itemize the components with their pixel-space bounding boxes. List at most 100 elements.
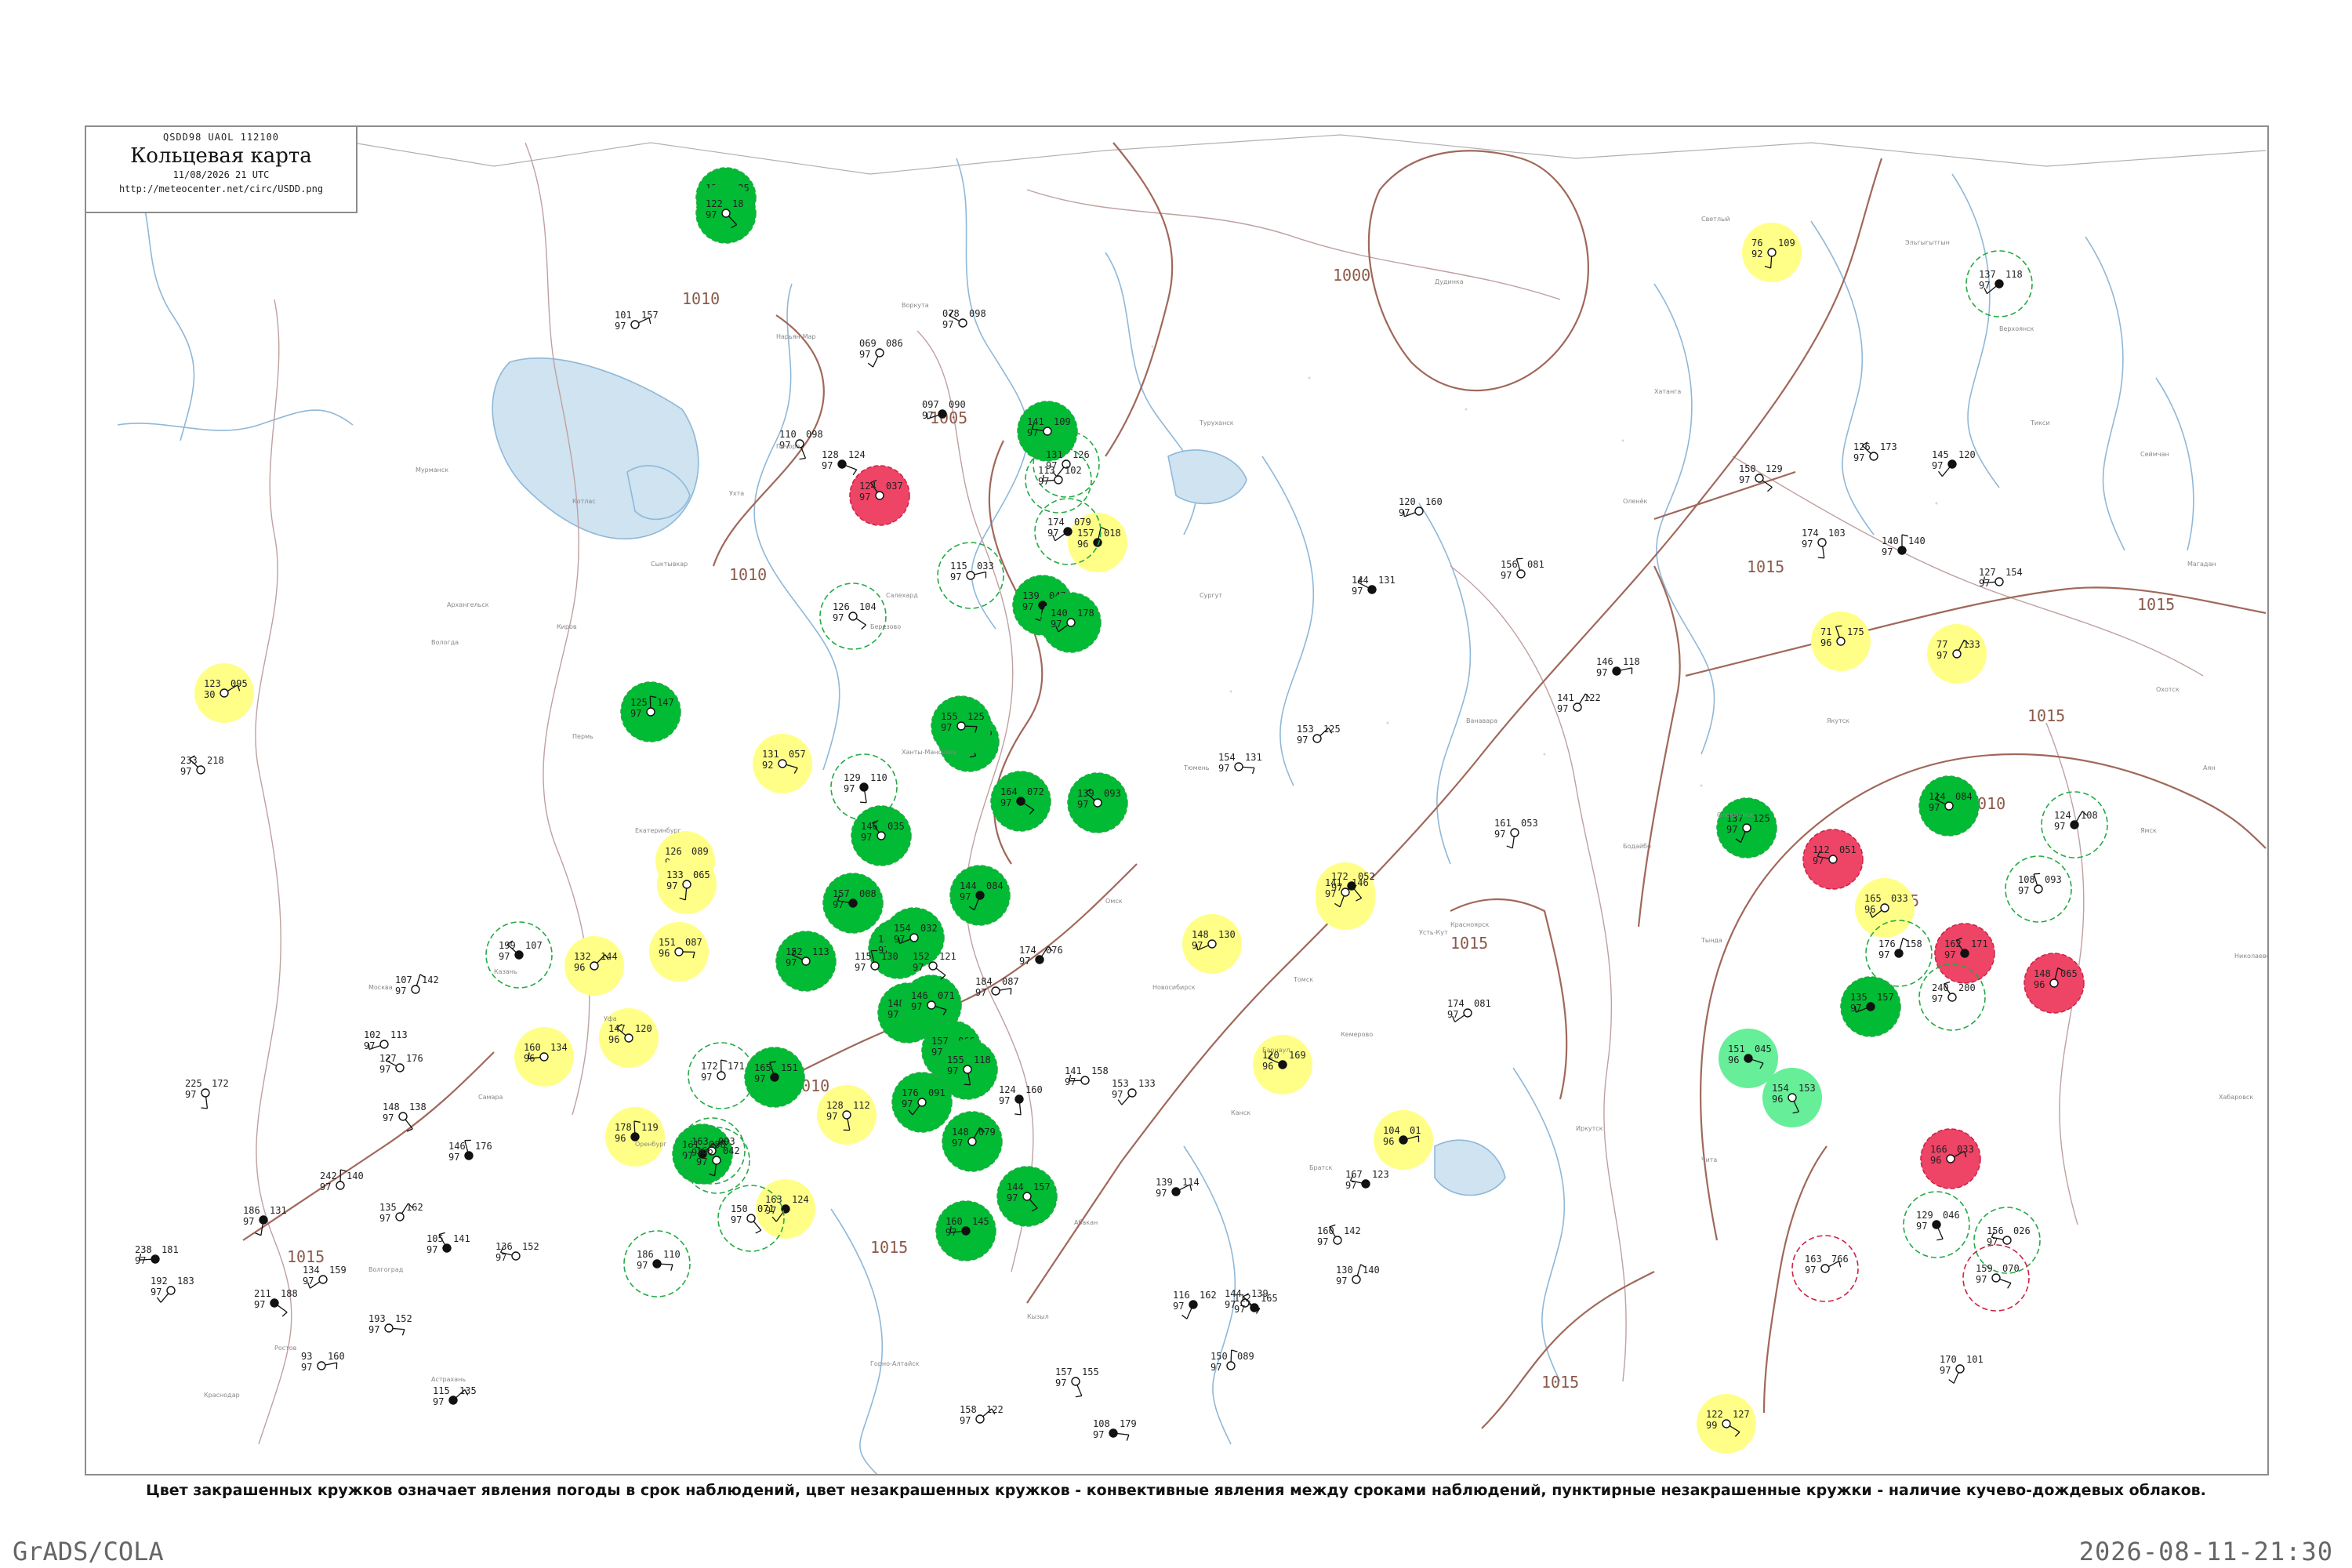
station-marker[interactable]: 7196 175 bbox=[1811, 612, 1871, 671]
station-marker[interactable]: 10897 179 bbox=[1093, 1418, 1137, 1441]
station-marker[interactable]: 13097 140 bbox=[1336, 1264, 1380, 1287]
station-marker[interactable]: 14896 065 bbox=[2024, 953, 2085, 1014]
station-marker[interactable]: 11597 135 bbox=[433, 1385, 477, 1407]
station-marker[interactable]: 15397 125 bbox=[1297, 724, 1341, 746]
station-marker[interactable]: 7692 109 bbox=[1742, 223, 1802, 282]
station-marker[interactable]: 11697 162 bbox=[1173, 1290, 1217, 1319]
station-marker[interactable]: 12097 160 bbox=[1399, 496, 1443, 518]
station-marker[interactable]: 14697 176 bbox=[448, 1139, 492, 1163]
station-marker[interactable]: 15196 087 bbox=[649, 922, 709, 982]
station-marker[interactable]: 06997 086 bbox=[859, 338, 903, 368]
station-marker[interactable]: 14697 035 bbox=[851, 805, 912, 866]
station-marker[interactable]: 12297 18 bbox=[695, 183, 757, 244]
station-marker[interactable]: 13797 118 bbox=[1965, 250, 2033, 318]
station-marker[interactable]: 17497 076 bbox=[1019, 945, 1063, 967]
station-marker[interactable]: 22597 172 bbox=[185, 1078, 229, 1109]
station-marker[interactable]: 15297 113 bbox=[775, 931, 837, 992]
station-marker[interactable]: 15797 155 bbox=[1055, 1367, 1099, 1398]
station-marker[interactable]: 13697 152 bbox=[495, 1241, 539, 1263]
station-marker[interactable]: 18497 087 bbox=[975, 976, 1019, 998]
station-marker[interactable]: 14097140 bbox=[1882, 534, 1926, 557]
station-marker[interactable]: 15496 153 bbox=[1762, 1068, 1822, 1127]
station-marker[interactable]: 10297 113 bbox=[364, 1029, 408, 1051]
station-marker[interactable]: 17097 101 bbox=[1940, 1354, 1984, 1384]
station-marker[interactable]: 23397 218 bbox=[180, 755, 224, 777]
station-marker[interactable]: 19997 107 bbox=[485, 921, 553, 989]
station-marker[interactable]: 13797125 bbox=[1716, 797, 1777, 858]
station-marker[interactable]: 16197 053 bbox=[1494, 818, 1538, 849]
station-marker[interactable]: 13296 144 bbox=[564, 936, 624, 996]
station-marker[interactable]: 10197 157 bbox=[615, 310, 659, 332]
station-marker[interactable]: 14897 079 bbox=[942, 1111, 1003, 1172]
station-marker[interactable]: 16596 033 bbox=[1855, 878, 1915, 938]
station-marker[interactable]: 16097 142 bbox=[1317, 1224, 1361, 1247]
station-marker[interactable]: 12330 095 bbox=[194, 663, 254, 723]
station-marker[interactable]: 15597 125 bbox=[931, 695, 992, 757]
station-marker[interactable]: 19397 152 bbox=[368, 1313, 412, 1336]
station-marker[interactable]: 12897 124 bbox=[822, 449, 866, 476]
station-marker[interactable]: 16297 171 bbox=[1934, 923, 1995, 984]
station-marker[interactable]: 17497 081 bbox=[1447, 998, 1491, 1023]
station-marker[interactable]: 12497 160 bbox=[999, 1084, 1043, 1116]
station-marker[interactable]: 10797 142 bbox=[395, 974, 439, 996]
station-marker[interactable]: 15697 081 bbox=[1501, 557, 1544, 581]
station-marker[interactable]: 18697 131 bbox=[243, 1205, 287, 1236]
station-marker[interactable]: 19297 183 bbox=[151, 1276, 194, 1303]
source-url[interactable]: http://meteocenter.net/circ/USDD.png bbox=[86, 183, 356, 194]
station-marker[interactable]: 12797 176 bbox=[379, 1053, 423, 1075]
station-marker[interactable]: 13397 065 bbox=[657, 855, 717, 914]
station-marker[interactable]: 11297 051 bbox=[1802, 829, 1864, 890]
station-marker[interactable]: 10597 141 bbox=[426, 1232, 470, 1255]
station-marker[interactable]: 12997 046 bbox=[1903, 1191, 1970, 1258]
station-marker[interactable]: 10897 093 bbox=[2005, 855, 2072, 923]
station-marker[interactable]: 15497 131 bbox=[1218, 752, 1262, 775]
station-marker[interactable]: 16397 766 bbox=[1791, 1235, 1859, 1302]
station-marker[interactable]: 14897 130 bbox=[1182, 914, 1242, 974]
station-marker[interactable]: 15797 008 bbox=[822, 873, 884, 934]
station-marker[interactable]: 13997 114 bbox=[1156, 1177, 1200, 1199]
station-marker[interactable]: 12497 108 bbox=[2041, 791, 2108, 858]
station-marker[interactable]: 24297 140 bbox=[320, 1169, 364, 1192]
station-marker[interactable]: 12497 037 bbox=[849, 465, 910, 526]
station-marker[interactable]: 15097 089 bbox=[1210, 1349, 1254, 1373]
station-marker[interactable]: 14597 120 bbox=[1932, 449, 1976, 477]
station-marker[interactable]: 23897 181 bbox=[135, 1244, 179, 1266]
station-marker[interactable]: 13192 057 bbox=[753, 734, 812, 793]
station-marker[interactable]: 13997 093 bbox=[1067, 772, 1128, 833]
station-marker[interactable]: 11597 033 bbox=[937, 542, 1004, 609]
station-marker[interactable]: 14697 118 bbox=[1596, 656, 1640, 678]
station-marker[interactable]: 7797 133 bbox=[1927, 624, 1987, 684]
station-marker[interactable]: 13597 157 bbox=[1840, 976, 1901, 1037]
station-marker[interactable]: 16497 072 bbox=[990, 771, 1051, 832]
station-marker[interactable]: 12897 112 bbox=[817, 1085, 877, 1145]
station-marker[interactable]: 12697 173 bbox=[1853, 441, 1897, 463]
station-marker[interactable]: 12797 154 bbox=[1979, 567, 2023, 589]
station-marker[interactable]: 16096 134 bbox=[514, 1027, 574, 1087]
station-marker[interactable]: 10496 01 bbox=[1374, 1110, 1433, 1170]
station-marker[interactable]: 14897 138 bbox=[383, 1102, 426, 1132]
station-marker[interactable]: 14197 122 bbox=[1557, 692, 1601, 714]
station-marker[interactable]: 12697 104 bbox=[819, 583, 887, 650]
station-marker[interactable]: 11497 084 bbox=[1918, 775, 1980, 837]
station-marker[interactable]: 15397 133 bbox=[1112, 1078, 1156, 1105]
station-marker[interactable]: 14097 178 bbox=[1040, 592, 1102, 653]
station-marker[interactable]: 12597 147 bbox=[620, 681, 681, 742]
station-marker[interactable]: 14497 157 bbox=[996, 1166, 1058, 1227]
station-marker[interactable]: 16696 033 bbox=[1920, 1128, 1981, 1189]
station-marker[interactable]: 14497 084 bbox=[949, 865, 1011, 926]
station-marker[interactable]: 16097 145 bbox=[935, 1200, 996, 1261]
station-marker[interactable]: 9397 160 bbox=[301, 1351, 345, 1373]
station-marker[interactable]: 15897 122 bbox=[960, 1404, 1004, 1426]
station-marker[interactable]: 12299 127 bbox=[1697, 1394, 1756, 1454]
station-marker[interactable]: 15097 129 bbox=[1739, 463, 1783, 492]
station-marker[interactable]: 18697 110 bbox=[623, 1230, 691, 1298]
station-marker[interactable]: 17697 091 bbox=[891, 1072, 953, 1133]
station-marker[interactable]: 17896 119 bbox=[605, 1107, 665, 1167]
station-marker[interactable]: 13497 159 bbox=[303, 1265, 347, 1289]
station-marker[interactable]: 13597 162 bbox=[379, 1202, 423, 1224]
station-marker[interactable]: 07897 098 bbox=[942, 308, 986, 330]
station-marker[interactable]: 16797 123 bbox=[1345, 1169, 1389, 1191]
station-marker[interactable]: 15997 070 bbox=[1962, 1244, 2030, 1312]
station-marker[interactable]: 14497 131 bbox=[1352, 575, 1396, 597]
station-marker[interactable]: 12096169 bbox=[1253, 1035, 1312, 1094]
